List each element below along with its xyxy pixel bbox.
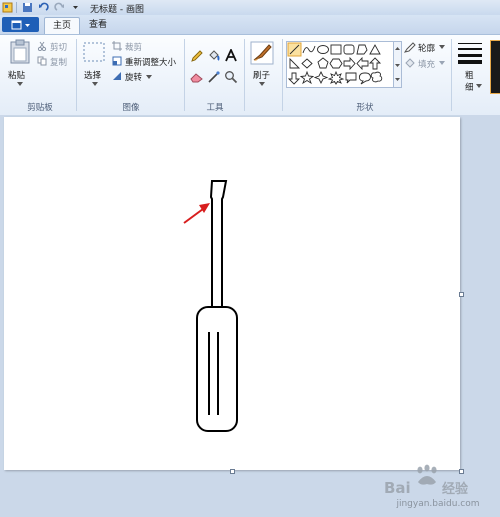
canvas-resize-handle-bottom[interactable] — [230, 469, 235, 474]
file-menu-icon — [11, 20, 30, 30]
redo-icon[interactable] — [54, 2, 65, 13]
undo-icon[interactable] — [38, 2, 49, 13]
drawing-canvas[interactable] — [4, 117, 460, 470]
group-separator — [244, 39, 245, 111]
toolbar-separator — [16, 2, 17, 13]
size-dropdown-icon[interactable] — [476, 84, 482, 88]
size-label-thin[interactable]: 细 — [465, 81, 474, 93]
brushes-dropdown-icon[interactable] — [259, 82, 265, 86]
file-menu-button[interactable] — [2, 17, 39, 32]
red-arrow-annotation — [183, 203, 210, 224]
shapes-gallery[interactable] — [286, 41, 394, 88]
magnifier-icon[interactable] — [224, 70, 238, 84]
fill-bucket-icon[interactable] — [207, 49, 221, 63]
clipboard-group-label: 剪贴板 — [27, 103, 53, 113]
watermark-url: jingyan.baidu.com — [396, 499, 480, 509]
scissors-icon — [37, 41, 47, 51]
text-tool-icon[interactable] — [224, 49, 238, 63]
paste-dropdown-icon[interactable] — [17, 82, 23, 86]
shapes-scroll-arrows-icon — [395, 47, 400, 81]
paste-button[interactable]: 粘贴 — [8, 69, 25, 81]
ribbon: 粘贴 剪切 复制 剪贴板 选择 裁剪 重新调整大小 旋转 图像 工具 刷子 轮廓… — [0, 34, 500, 116]
screwdriver-drawing — [183, 180, 238, 432]
save-icon[interactable] — [22, 2, 33, 13]
outline-button[interactable]: 轮廓 — [418, 42, 435, 54]
window-title: 无标题 - 画图 — [90, 5, 144, 15]
group-separator — [451, 39, 452, 111]
svg-text:经验: 经验 — [442, 481, 469, 497]
group-separator — [282, 39, 283, 111]
crop-icon — [112, 41, 122, 51]
group-separator — [184, 39, 185, 111]
tools-group-label: 工具 — [206, 103, 224, 113]
line-size-icon[interactable] — [457, 41, 483, 65]
rotate-button[interactable]: 旋转 — [125, 71, 142, 83]
canvas-resize-handle-right[interactable] — [459, 292, 464, 297]
color-picker-icon[interactable] — [207, 70, 221, 84]
eraser-icon[interactable] — [190, 70, 204, 84]
image-group-label: 图像 — [122, 103, 140, 113]
svg-text:Bai: Bai — [384, 479, 411, 497]
outline-icon — [404, 42, 416, 53]
select-icon[interactable] — [82, 41, 106, 63]
brushes-button[interactable]: 刷子 — [253, 69, 270, 81]
shapes-group-label: 形状 — [356, 103, 374, 113]
pencil-icon[interactable] — [190, 49, 204, 63]
paint-app-icon[interactable] — [2, 2, 13, 13]
paste-icon[interactable] — [9, 39, 31, 65]
select-dropdown-icon[interactable] — [92, 82, 98, 86]
outline-dropdown-icon[interactable] — [439, 45, 445, 49]
customize-toolbar-dropdown-icon[interactable] — [70, 2, 81, 13]
resize-button[interactable]: 重新调整大小 — [125, 56, 176, 68]
group-separator — [76, 39, 77, 111]
size-label-thick[interactable]: 粗 — [465, 69, 474, 81]
ribbon-tab-row: 主页 查看 — [0, 15, 500, 35]
copy-icon — [37, 56, 47, 66]
baidu-watermark: Bai 经验 jingyan.baidu.com — [378, 462, 498, 512]
fill-button[interactable]: 填充 — [418, 58, 435, 70]
tab-view[interactable]: 查看 — [82, 17, 114, 34]
rotate-dropdown-icon[interactable] — [146, 75, 152, 79]
cut-button[interactable]: 剪切 — [50, 41, 67, 53]
tab-home[interactable]: 主页 — [44, 17, 80, 35]
title-bar: 无标题 - 画图 — [0, 0, 500, 15]
resize-icon — [112, 56, 122, 66]
shapes-gallery-icons — [287, 42, 383, 85]
fill-icon — [405, 58, 415, 68]
color-1-swatch[interactable] — [490, 40, 500, 94]
copy-button[interactable]: 复制 — [50, 56, 67, 68]
fill-dropdown-icon[interactable] — [439, 61, 445, 65]
brush-icon[interactable] — [250, 41, 274, 65]
rotate-icon — [113, 72, 121, 80]
crop-button[interactable]: 裁剪 — [125, 41, 142, 53]
select-button[interactable]: 选择 — [84, 69, 101, 81]
shapes-gallery-scrollbar[interactable] — [393, 41, 402, 88]
